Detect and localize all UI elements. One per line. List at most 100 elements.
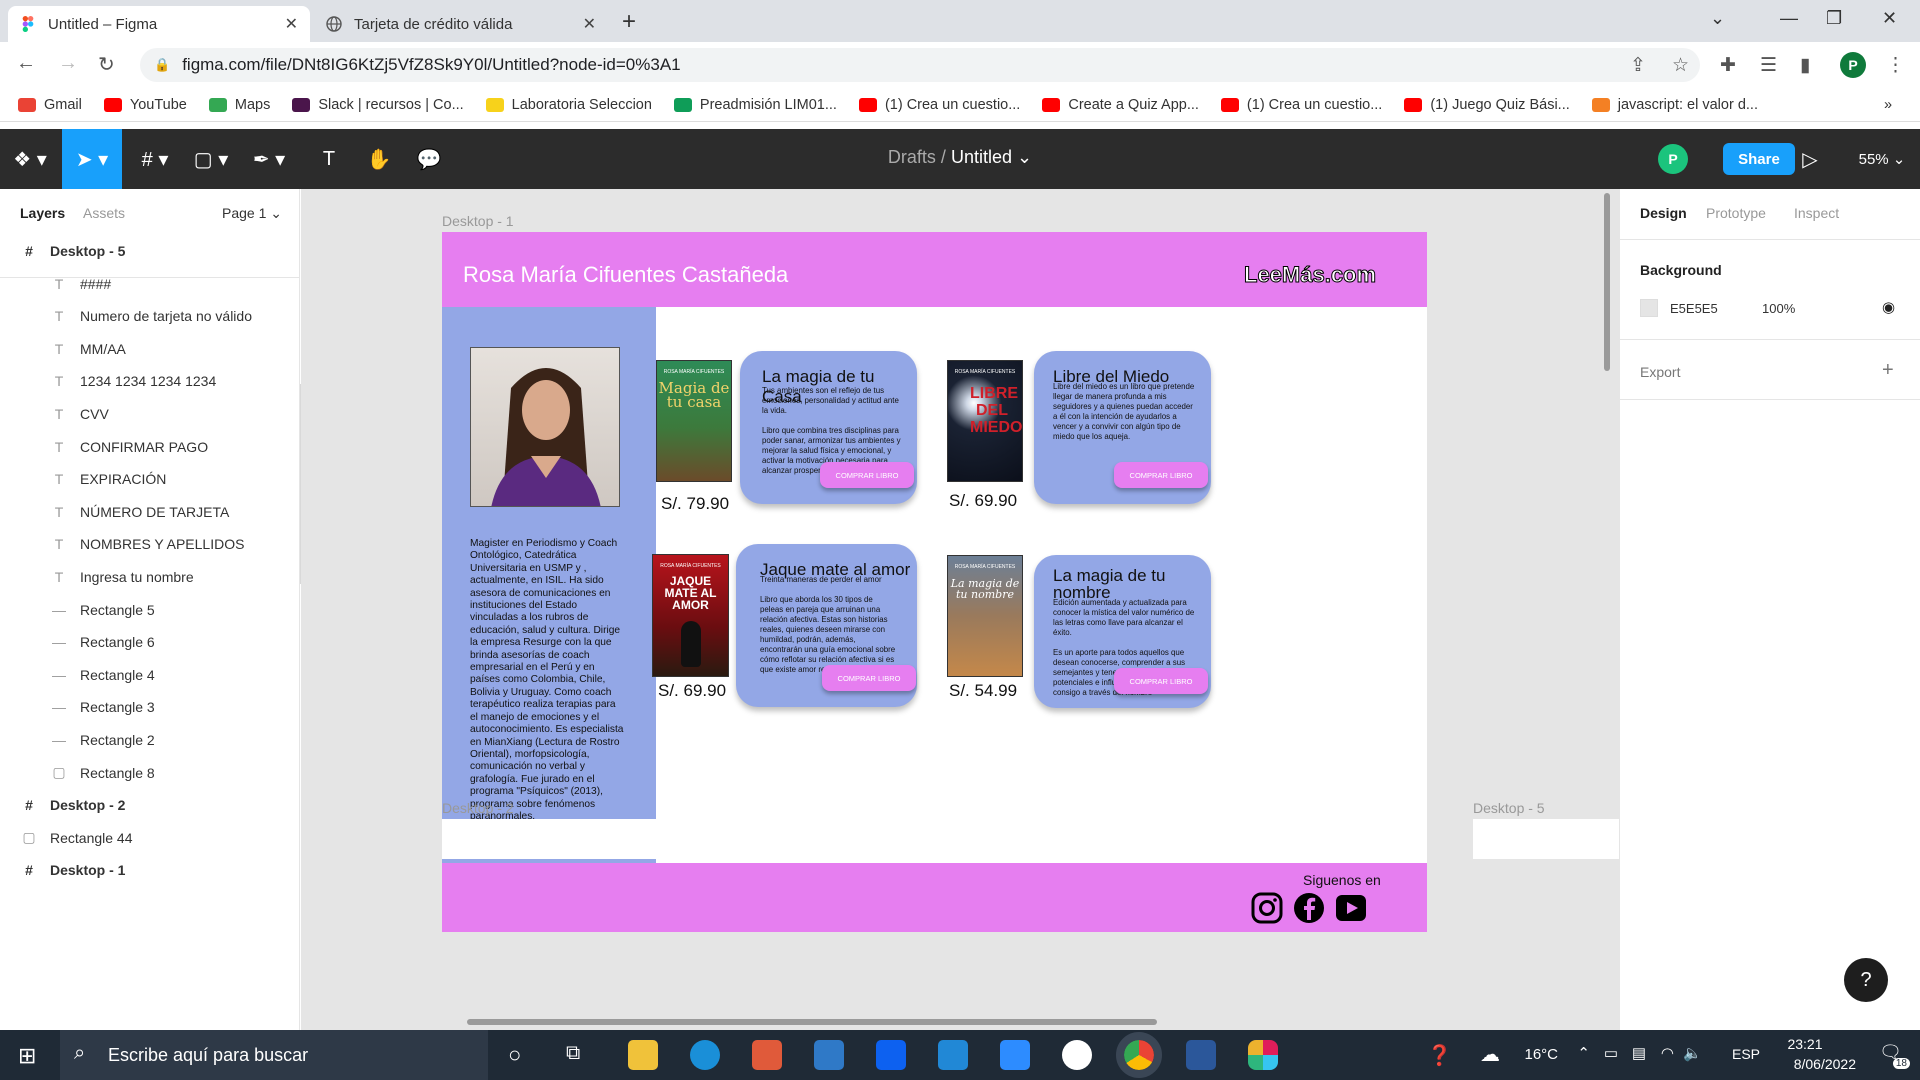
buy-book-button[interactable]: COMPRAR LIBRO bbox=[1114, 462, 1208, 488]
tab-inspect[interactable]: Inspect bbox=[1794, 205, 1839, 221]
youtube-icon[interactable] bbox=[1334, 891, 1368, 925]
extensions-icon[interactable]: ✚ bbox=[1720, 54, 1736, 77]
bookmark-item[interactable]: (1) Crea un cuestio... bbox=[858, 97, 1020, 113]
slack-icon[interactable] bbox=[1248, 1040, 1278, 1070]
background-hex[interactable]: E5E5E5 bbox=[1670, 301, 1718, 316]
minimize-button[interactable]: — bbox=[1780, 8, 1798, 29]
new-tab-button[interactable]: + bbox=[622, 8, 636, 36]
bookmark-item[interactable]: (1) Crea un cuestio... bbox=[1220, 97, 1382, 113]
store-icon[interactable] bbox=[752, 1040, 782, 1070]
help-button[interactable]: ? bbox=[1844, 958, 1888, 1002]
close-icon[interactable]: ✕ bbox=[285, 14, 298, 34]
comment-tool-icon[interactable]: 💬 bbox=[404, 129, 454, 189]
buy-book-button[interactable]: COMPRAR LIBRO bbox=[822, 665, 916, 691]
facebook-icon[interactable] bbox=[1292, 891, 1326, 925]
text-tool-icon[interactable]: T bbox=[304, 129, 354, 189]
file-explorer-icon[interactable] bbox=[628, 1040, 658, 1070]
chevron-down-icon[interactable]: ⌄ bbox=[1017, 147, 1032, 167]
dropbox-icon[interactable] bbox=[876, 1040, 906, 1070]
add-export-icon[interactable]: + bbox=[1882, 359, 1894, 382]
menu-icon[interactable]: ⋮ bbox=[1886, 54, 1905, 77]
hand-tool-icon[interactable]: ✋ bbox=[354, 129, 404, 189]
tab-design[interactable]: Design bbox=[1640, 205, 1687, 221]
task-view-icon[interactable]: ⧉ bbox=[566, 1042, 580, 1065]
frame-label-desktop-5[interactable]: Desktop - 5 bbox=[1473, 800, 1545, 816]
clock-time[interactable]: 23:21 bbox=[1770, 1036, 1840, 1052]
taskbar-search[interactable]: ⌕ Escribe aquí para buscar bbox=[60, 1030, 488, 1080]
back-arrow-icon[interactable]: ← bbox=[16, 52, 36, 75]
page-selector[interactable]: Page 1 ⌄ bbox=[222, 205, 282, 222]
breadcrumb-drafts[interactable]: Drafts bbox=[888, 147, 936, 167]
tab-prototype[interactable]: Prototype bbox=[1706, 205, 1766, 221]
more-bookmarks-icon[interactable]: » bbox=[1884, 97, 1892, 113]
buy-book-button[interactable]: COMPRAR LIBRO bbox=[1114, 668, 1208, 694]
address-bar[interactable]: 🔒 figma.com/file/DNt8IG6KtZj5VfZ8Sk9Y0l/… bbox=[140, 48, 1700, 82]
tab-search-icon[interactable]: ⌄ bbox=[1710, 8, 1725, 29]
github-icon[interactable] bbox=[1062, 1040, 1092, 1070]
share-page-icon[interactable]: ⇪ bbox=[1630, 54, 1646, 77]
bookmark-item[interactable]: Create a Quiz App... bbox=[1042, 97, 1199, 113]
mail-icon[interactable] bbox=[814, 1040, 844, 1070]
weather-icon[interactable]: ☁ bbox=[1480, 1042, 1500, 1067]
tab-tarjeta[interactable]: Tarjeta de crédito válida ✕ bbox=[314, 6, 608, 42]
frame-desktop-2[interactable] bbox=[442, 819, 1427, 859]
instagram-icon[interactable] bbox=[1250, 891, 1284, 925]
bookmark-item[interactable]: YouTube bbox=[103, 97, 187, 113]
zoom-control[interactable]: 55% ⌄ bbox=[1850, 129, 1914, 189]
bookmark-item[interactable]: (1) Juego Quiz Bási... bbox=[1404, 97, 1570, 113]
background-opacity[interactable]: 100% bbox=[1762, 301, 1795, 316]
windows-start-icon[interactable]: ⊞ bbox=[18, 1043, 36, 1069]
share-button[interactable]: Share bbox=[1723, 143, 1795, 175]
edge-icon[interactable] bbox=[690, 1040, 720, 1070]
vertical-scrollbar[interactable] bbox=[1604, 193, 1610, 371]
wifi-icon[interactable]: ◠ bbox=[1661, 1044, 1674, 1062]
help-tray-icon[interactable]: ❓ bbox=[1427, 1043, 1452, 1068]
tab-layers[interactable]: Layers bbox=[20, 205, 65, 221]
bookmark-item[interactable]: Laboratoria Seleccion bbox=[485, 97, 652, 113]
frame-desktop-5[interactable] bbox=[1473, 819, 1619, 859]
profile-avatar[interactable]: P bbox=[1840, 52, 1866, 78]
frame-tool-icon[interactable]: # ▾ bbox=[130, 129, 180, 189]
tab-figma[interactable]: Untitled – Figma ✕ bbox=[8, 6, 310, 42]
language-indicator[interactable]: ESP bbox=[1732, 1046, 1760, 1062]
figma-main-menu-icon[interactable]: ❖ ▾ bbox=[0, 129, 60, 189]
display-icon[interactable]: ▤ bbox=[1632, 1044, 1646, 1062]
bookmark-item[interactable]: Slack | recursos | Co... bbox=[292, 97, 464, 113]
close-window-button[interactable]: ✕ bbox=[1882, 8, 1897, 29]
pen-tool-icon[interactable]: ✒ ▾ bbox=[244, 129, 294, 189]
chrome-icon[interactable] bbox=[1116, 1032, 1162, 1078]
bookmark-item[interactable]: Maps bbox=[208, 97, 270, 113]
bookmark-star-icon[interactable]: ☆ bbox=[1672, 54, 1689, 77]
zoom-app-icon[interactable] bbox=[1000, 1040, 1030, 1070]
canvas[interactable]: Desktop - 1 Rosa María Cifuentes Castañe… bbox=[301, 189, 1619, 1030]
chevron-up-icon[interactable]: ⌃ bbox=[1577, 1044, 1590, 1062]
file-name[interactable]: Untitled bbox=[951, 147, 1012, 167]
eye-icon[interactable]: ◉ bbox=[1882, 298, 1895, 316]
shape-tool-icon[interactable]: ▢ ▾ bbox=[186, 129, 236, 189]
bookmark-item[interactable]: Gmail bbox=[18, 97, 82, 113]
volume-icon[interactable]: 🔈 bbox=[1683, 1044, 1702, 1062]
reload-icon[interactable]: ↻ bbox=[98, 52, 115, 77]
forward-arrow-icon[interactable]: → bbox=[58, 52, 78, 75]
tab-assets[interactable]: Assets bbox=[83, 205, 125, 221]
frame-label-desktop-1[interactable]: Desktop - 1 bbox=[442, 213, 514, 229]
reading-list-icon[interactable]: ☰ bbox=[1760, 54, 1777, 77]
bookmark-item[interactable]: Preadmisión LIM01... bbox=[673, 97, 837, 113]
temperature[interactable]: 16°C bbox=[1524, 1046, 1558, 1063]
vscode-icon[interactable] bbox=[938, 1040, 968, 1070]
bookmark-item[interactable]: javascript: el valor d... bbox=[1591, 97, 1758, 113]
horizontal-scrollbar[interactable] bbox=[467, 1019, 1157, 1025]
present-play-icon[interactable]: ▷ bbox=[1790, 129, 1830, 189]
close-icon[interactable]: ✕ bbox=[583, 14, 596, 34]
background-swatch[interactable] bbox=[1640, 299, 1658, 317]
network-icon[interactable]: ▭ bbox=[1604, 1044, 1618, 1062]
cortana-icon[interactable]: ○ bbox=[508, 1042, 521, 1068]
buy-book-button[interactable]: COMPRAR LIBRO bbox=[820, 462, 914, 488]
side-panel-icon[interactable]: ▮ bbox=[1800, 54, 1810, 77]
frame-label-desktop-2[interactable]: Desktop - 2 bbox=[442, 800, 514, 816]
move-tool-icon[interactable]: ➤ ▾ bbox=[62, 129, 122, 189]
clock-date[interactable]: 8/06/2022 bbox=[1794, 1056, 1856, 1072]
user-avatar[interactable]: P bbox=[1658, 144, 1688, 174]
maximize-button[interactable]: ❐ bbox=[1826, 8, 1842, 29]
layer-item[interactable]: # Desktop - 1 bbox=[0, 850, 298, 890]
